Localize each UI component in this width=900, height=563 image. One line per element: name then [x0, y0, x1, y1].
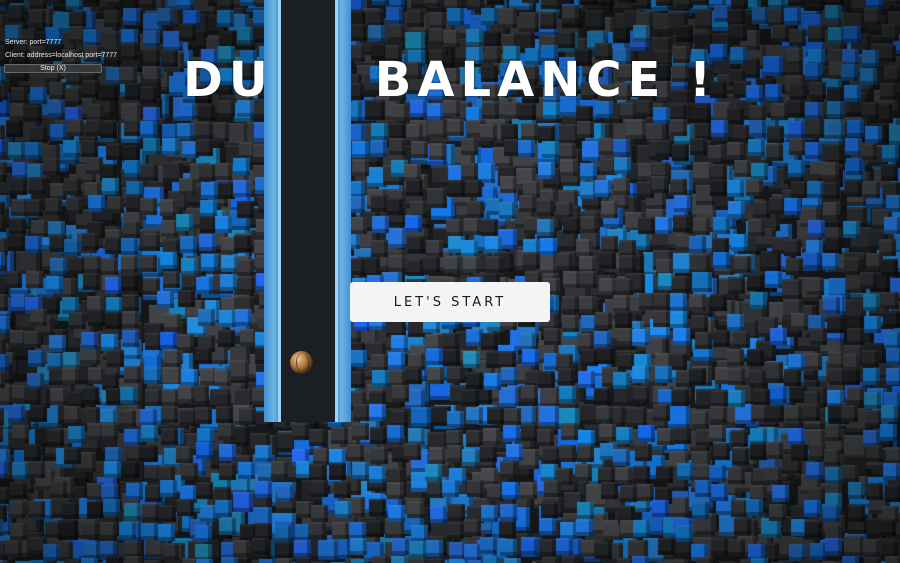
right-rail-highlight: [335, 0, 338, 422]
left-rail-highlight: [278, 0, 281, 422]
wooden-ball-icon: [290, 351, 313, 374]
game-title: DUAL BALANCE !: [182, 52, 718, 108]
lets-start-button[interactable]: LET'S START: [350, 282, 550, 322]
server-status-text: Server: port=7777: [5, 39, 62, 46]
